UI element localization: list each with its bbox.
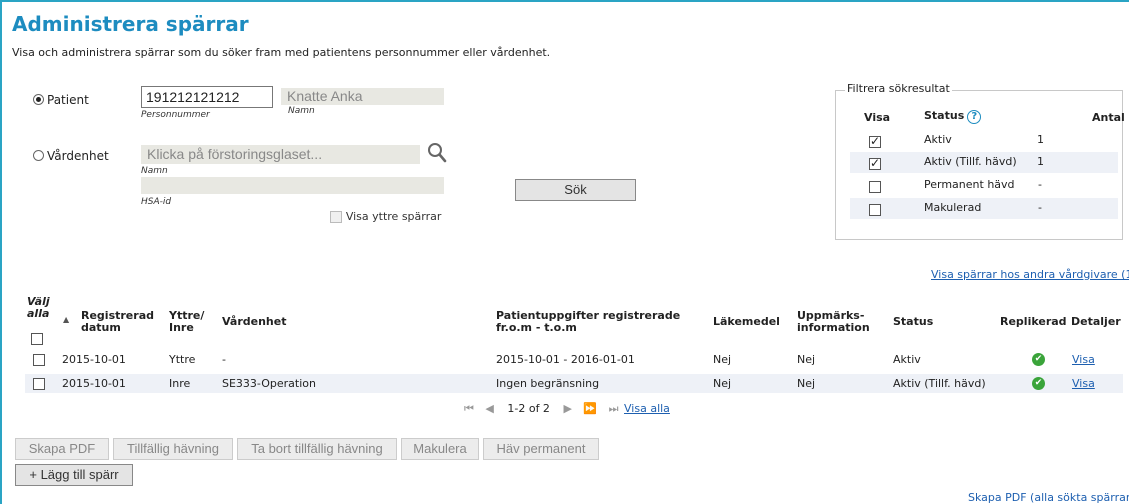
patient-radio-dot[interactable] [33, 94, 44, 105]
vardenhet-radio-label: Vårdenhet [47, 148, 109, 163]
create-pdf-button[interactable]: Skapa PDF [15, 438, 109, 460]
last-page-icon[interactable]: ⏭ [609, 402, 619, 415]
page-frame: Administrera spärrar Visa och administre… [0, 0, 1129, 504]
filter-status: Permanent hävd [924, 178, 1015, 191]
row-medicine: Nej [713, 377, 732, 390]
filter-header-status: Status? [924, 109, 982, 124]
header-registered[interactable]: Registrerad datum [81, 310, 161, 334]
filter-header-antal: Antal [1092, 111, 1125, 124]
vardenhet-name-caption: Namn [141, 166, 168, 176]
fast-forward-icon[interactable]: ⏩ [583, 402, 597, 415]
row-status: Aktiv (Tillf. hävd) [893, 377, 986, 390]
create-pdf-all-link[interactable]: Skapa PDF (alla sökta spärrar [968, 491, 1129, 504]
filter-count: 1 [1037, 133, 1044, 146]
prev-page-icon[interactable]: ◀ [485, 402, 493, 415]
page-subtitle: Visa och administrera spärrar som du sök… [12, 46, 551, 59]
header-replicated: Replikerad [1000, 315, 1067, 328]
filter-checkbox-aktiv[interactable] [869, 134, 881, 148]
filter-header-row: Visa Status? Antal [850, 108, 1125, 129]
personnummer-caption: Personnummer [141, 110, 210, 120]
magnifier-icon[interactable] [427, 142, 447, 164]
header-type: Yttre/ Inre [169, 309, 205, 334]
row-unit: SE333-Operation [222, 377, 316, 390]
row-period: Ingen begränsning [496, 377, 600, 390]
filter-row: Aktiv 1 [850, 130, 1118, 151]
header-medicine: Läkemedel [713, 315, 780, 328]
filter-legend: Filtrera sökresultat [845, 82, 952, 95]
revoke-permanent-button[interactable]: Häv permanent [483, 438, 599, 460]
header-status: Status [893, 315, 934, 328]
check-circle-icon: ✔ [1032, 353, 1045, 366]
filter-count: 1 [1037, 155, 1044, 168]
row-notice: Nej [797, 377, 816, 390]
filter-status: Aktiv [924, 133, 952, 146]
filter-checkbox-aktiv-tillf[interactable] [869, 156, 881, 170]
row-medicine: Nej [713, 353, 732, 366]
filter-count: - [1038, 178, 1042, 191]
row-details-link[interactable]: Visa [1072, 377, 1095, 390]
patient-name-caption: Namn [288, 106, 315, 116]
show-external-checkbox[interactable]: Visa yttre spärrar [330, 209, 441, 223]
pagination: ⏮ ◀ 1-2 of 2 ▶ ⏩ ⏭ Visa alla [464, 402, 670, 416]
select-all-checkbox[interactable] [31, 332, 43, 345]
temp-revoke-button[interactable]: Tillfällig hävning [113, 438, 233, 460]
row-date: 2015-10-01 [62, 353, 126, 366]
row-checkbox[interactable] [33, 354, 45, 366]
personnummer-input[interactable] [141, 86, 273, 108]
table-row: 2015-10-01 Inre SE333-Operation Ingen be… [25, 374, 1123, 393]
remove-temp-revoke-button[interactable]: Ta bort tillfällig hävning [237, 438, 397, 460]
filter-checkbox-makulerad[interactable] [869, 203, 881, 216]
row-date: 2015-10-01 [62, 377, 126, 390]
row-notice: Nej [797, 353, 816, 366]
table-row: 2015-10-01 Yttre - 2015-10-01 - 2016-01-… [25, 350, 1123, 369]
page-range: 1-2 of 2 [507, 402, 550, 415]
search-button[interactable]: Sök [515, 179, 636, 201]
filter-row: Makulerad - [850, 198, 1118, 219]
patient-radio[interactable]: Patient [33, 92, 89, 107]
show-external-label: Visa yttre spärrar [345, 210, 442, 223]
row-unit: - [222, 353, 226, 366]
row-checkbox[interactable] [33, 378, 45, 390]
filter-status: Aktiv (Tillf. hävd) [924, 155, 1017, 168]
patient-name-field: Knatte Anka [281, 88, 444, 105]
vardenhet-radio[interactable]: Vårdenhet [33, 148, 109, 163]
show-external-box[interactable] [330, 210, 342, 223]
header-unit: Vårdenhet [222, 315, 287, 328]
cancel-button[interactable]: Makulera [401, 438, 479, 460]
header-patient-data: Patientuppgifter registrerade fr.o.m - t… [496, 309, 681, 334]
filter-row: Permanent hävd - [850, 175, 1118, 196]
first-page-icon[interactable]: ⏮ [464, 402, 474, 415]
filter-header-status-label: Status [924, 109, 965, 122]
filter-count: - [1038, 201, 1042, 214]
question-icon[interactable]: ? [967, 110, 982, 124]
hsa-id-field [141, 177, 444, 194]
page-title: Administrera spärrar [12, 12, 249, 36]
row-period: 2015-10-01 - 2016-01-01 [496, 353, 635, 366]
filter-header-visa: Visa [864, 111, 891, 124]
hsa-id-caption: HSA-id [141, 197, 172, 207]
filter-status: Makulerad [924, 201, 982, 214]
row-type: Inre [169, 377, 191, 390]
select-all-header: Välj alla [27, 295, 50, 320]
header-details: Detaljer [1071, 315, 1121, 328]
row-type: Yttre [169, 353, 196, 366]
row-details-link[interactable]: Visa [1072, 353, 1095, 366]
add-block-button[interactable]: + Lägg till spärr [15, 464, 133, 486]
show-all-link[interactable]: Visa alla [624, 402, 670, 415]
row-status: Aktiv [893, 353, 921, 366]
patient-radio-label: Patient [47, 92, 89, 107]
next-page-icon[interactable]: ▶ [563, 402, 571, 415]
header-notice: Uppmärks-information [797, 309, 870, 334]
vardenhet-radio-dot[interactable] [33, 150, 44, 161]
filter-checkbox-permanent[interactable] [869, 180, 881, 193]
other-caregivers-link[interactable]: Visa spärrar hos andra vårdgivare (1 [931, 268, 1129, 281]
vardenhet-field[interactable]: Klicka på förstoringsglaset... [141, 145, 420, 164]
filter-row: Aktiv (Tillf. hävd) 1 [850, 152, 1118, 173]
check-circle-icon: ✔ [1032, 377, 1045, 390]
sort-asc-icon[interactable]: ▲ [63, 315, 69, 324]
